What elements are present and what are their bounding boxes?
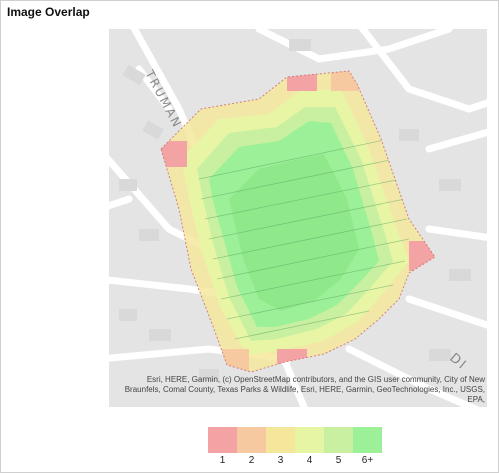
legend-swatch-4 [295, 427, 324, 453]
legend-label-4: 4 [306, 455, 313, 466]
legend-label-6plus: 6+ [361, 455, 374, 466]
legend-label-2: 2 [248, 455, 255, 466]
map-canvas: TRUMAN DI [109, 29, 487, 407]
legend-swatch-5 [324, 427, 353, 453]
legend-swatch-3 [266, 427, 295, 453]
legend-label-3: 3 [277, 455, 284, 466]
legend-label-5: 5 [335, 455, 342, 466]
legend-swatch-1 [208, 427, 237, 453]
map-view[interactable]: TRUMAN DI Esri, HERE, Garmin, (c) OpenSt… [109, 29, 487, 407]
panel-title: Image Overlap [7, 5, 90, 19]
image-overlap-panel: Image Overlap TRUMAN DI Esri, HERE, Garm… [0, 0, 499, 473]
legend-swatch-2 [237, 427, 266, 453]
overlap-legend: 1 2 3 4 5 6+ [208, 427, 382, 467]
legend-swatch-6plus [353, 427, 382, 453]
map-attribution: Esri, HERE, Garmin, (c) OpenStreetMap co… [124, 375, 485, 404]
legend-label-1: 1 [219, 455, 226, 466]
